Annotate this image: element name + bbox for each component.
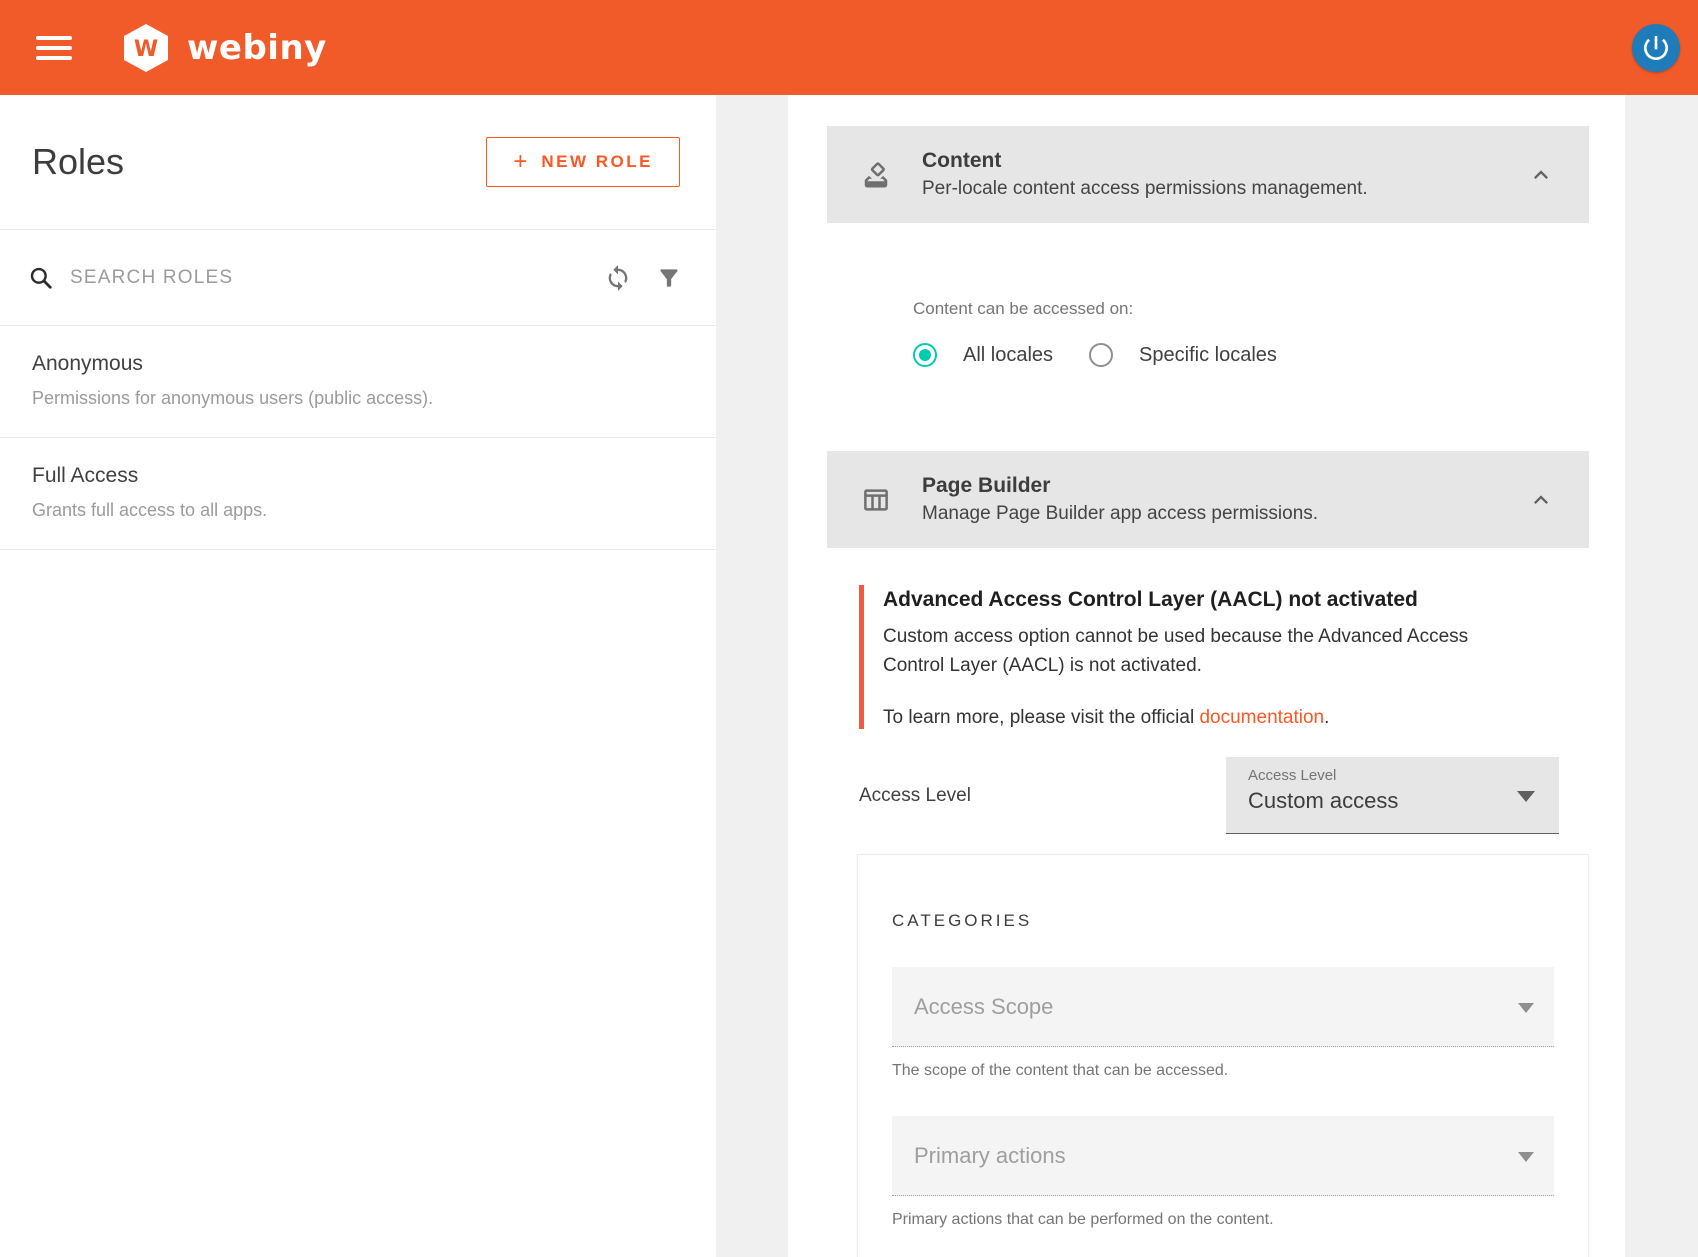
documentation-link[interactable]: documentation bbox=[1199, 707, 1324, 728]
page-builder-columns-icon bbox=[861, 485, 891, 515]
primary-actions-helper: Primary actions that can be performed on… bbox=[892, 1211, 1554, 1229]
radio-specific-locales-label[interactable]: Specific locales bbox=[1139, 344, 1277, 367]
refresh-button[interactable] bbox=[600, 260, 636, 296]
radio-specific-locales[interactable] bbox=[1089, 343, 1113, 367]
content-section-body: Content can be accessed on: All locales … bbox=[827, 223, 1589, 451]
radio-all-locales[interactable] bbox=[913, 343, 937, 367]
new-role-button[interactable]: + NEW ROLE bbox=[486, 137, 680, 187]
user-avatar[interactable] bbox=[1632, 24, 1680, 72]
access-scope-select[interactable]: Access Scope bbox=[892, 967, 1554, 1047]
role-description: Permissions for anonymous users (public … bbox=[32, 388, 684, 409]
role-list-item-full-access[interactable]: Full Access Grants full access to all ap… bbox=[0, 438, 716, 550]
role-description: Grants full access to all apps. bbox=[32, 500, 684, 521]
plus-icon: + bbox=[513, 150, 527, 174]
role-name: Full Access bbox=[32, 464, 684, 488]
locales-radio-group: All locales Specific locales bbox=[913, 343, 1503, 367]
categories-title: CATEGORIES bbox=[892, 911, 1554, 931]
svg-text:W: W bbox=[134, 37, 158, 62]
access-level-select[interactable]: Access Level Custom access bbox=[1226, 757, 1559, 834]
warning-footer-suffix: . bbox=[1324, 707, 1329, 728]
content-section-title: Content bbox=[922, 149, 1527, 173]
access-level-field-label: Access Level bbox=[1248, 767, 1539, 784]
content-section-header[interactable]: Content Per-locale content access permis… bbox=[827, 126, 1589, 223]
radio-all-locales-label[interactable]: All locales bbox=[963, 344, 1053, 367]
new-role-button-label: NEW ROLE bbox=[541, 152, 653, 172]
primary-actions-field: Primary actions Primary actions that can… bbox=[892, 1116, 1554, 1229]
hamburger-menu-icon[interactable] bbox=[36, 36, 72, 60]
access-scope-placeholder: Access Scope bbox=[914, 994, 1053, 1020]
webiny-logo[interactable]: W webiny bbox=[122, 23, 327, 73]
filter-button[interactable] bbox=[652, 261, 686, 295]
search-bar bbox=[0, 229, 716, 325]
access-scope-field: Access Scope The scope of the content th… bbox=[892, 967, 1554, 1080]
dropdown-arrow-icon bbox=[1517, 791, 1535, 802]
role-list-item-anonymous[interactable]: Anonymous Permissions for anonymous user… bbox=[0, 326, 716, 438]
roles-list: Anonymous Permissions for anonymous user… bbox=[0, 325, 716, 550]
page-builder-section-subtitle: Manage Page Builder app access permissio… bbox=[922, 503, 1527, 525]
panel-gutter bbox=[716, 95, 788, 1257]
aacl-warning-box: Advanced Access Control Layer (AACL) not… bbox=[859, 585, 1561, 729]
page-title: Roles bbox=[32, 141, 124, 183]
primary-actions-select[interactable]: Primary actions bbox=[892, 1116, 1554, 1196]
access-level-row: Access Level Access Level Custom access bbox=[859, 757, 1559, 834]
role-name: Anonymous bbox=[32, 352, 684, 376]
refresh-icon bbox=[604, 264, 632, 292]
collapse-chevron-up-icon[interactable] bbox=[1527, 161, 1555, 189]
aacl-warning-body: Custom access option cannot be used beca… bbox=[883, 622, 1523, 680]
ballot-content-icon bbox=[861, 160, 891, 190]
page-builder-section-title: Page Builder bbox=[922, 474, 1527, 498]
locales-group-label: Content can be accessed on: bbox=[913, 299, 1503, 319]
roles-sidebar: Roles + NEW ROLE bbox=[0, 95, 716, 1257]
gravatar-power-icon bbox=[1640, 32, 1672, 64]
primary-actions-placeholder: Primary actions bbox=[914, 1143, 1066, 1169]
filter-icon bbox=[656, 265, 682, 291]
webiny-hexagon-icon: W bbox=[122, 23, 170, 73]
access-level-label: Access Level bbox=[859, 785, 971, 807]
dropdown-arrow-icon bbox=[1518, 1003, 1534, 1013]
aacl-warning-title: Advanced Access Control Layer (AACL) not… bbox=[883, 585, 1561, 615]
access-level-value: Custom access bbox=[1248, 788, 1539, 814]
access-scope-helper: The scope of the content that can be acc… bbox=[892, 1062, 1554, 1080]
page-builder-section-header[interactable]: Page Builder Manage Page Builder app acc… bbox=[827, 451, 1589, 548]
aacl-warning-footer: To learn more, please visit the official… bbox=[883, 707, 1561, 729]
search-input[interactable] bbox=[70, 267, 584, 289]
search-icon bbox=[28, 265, 54, 291]
app-bar: W webiny bbox=[0, 0, 1698, 95]
warning-footer-prefix: To learn more, please visit the official bbox=[883, 707, 1199, 728]
content-section-subtitle: Per-locale content access permissions ma… bbox=[922, 178, 1527, 200]
role-permissions-panel: Content Per-locale content access permis… bbox=[788, 95, 1625, 1257]
collapse-chevron-up-icon[interactable] bbox=[1527, 486, 1555, 514]
brand-wordmark: webiny bbox=[187, 28, 327, 68]
page-builder-section-body: Advanced Access Control Layer (AACL) not… bbox=[827, 585, 1589, 1257]
categories-card: CATEGORIES Access Scope The scope of the… bbox=[857, 854, 1589, 1257]
dropdown-arrow-icon bbox=[1518, 1152, 1534, 1162]
